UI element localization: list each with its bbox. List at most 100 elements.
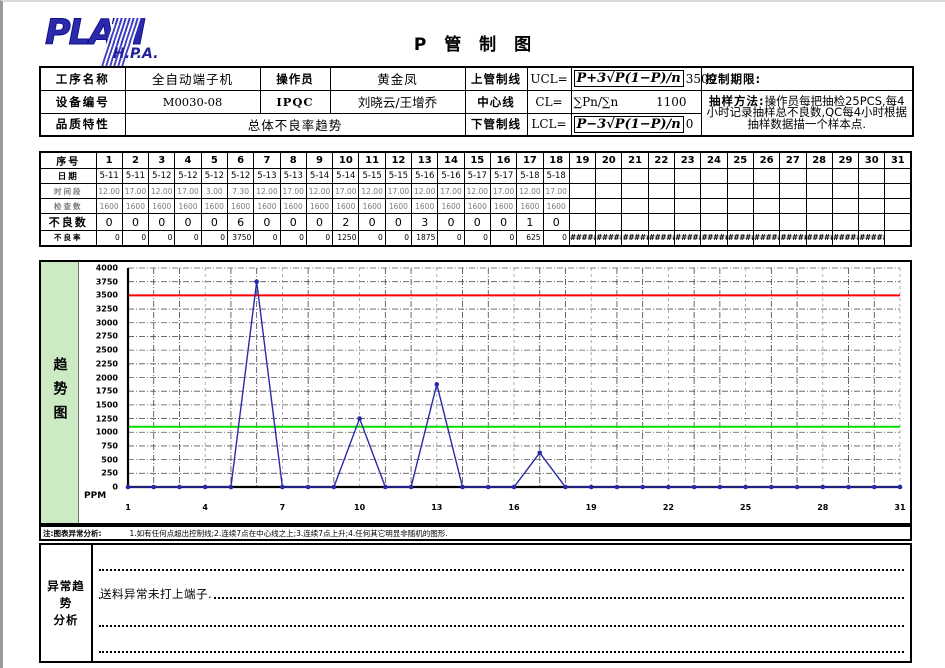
table-cell: 16 xyxy=(489,151,518,169)
table-cell: 1250 xyxy=(332,230,360,246)
data-point-marker xyxy=(666,484,671,490)
table-cell: 5-18 xyxy=(516,168,544,184)
table-cell xyxy=(805,198,833,214)
table-cell: 12.00 xyxy=(411,183,439,199)
table-cell xyxy=(621,183,649,199)
table-cell: 24 xyxy=(700,151,728,169)
data-point-marker xyxy=(151,484,157,490)
y-axis-tick-label: 2500 xyxy=(95,345,118,355)
table-cell: 1600 xyxy=(305,198,334,214)
table-cell: 11 xyxy=(358,151,386,169)
row-label: 时间段 xyxy=(39,183,97,199)
table-cell: 0 xyxy=(489,213,518,231)
table-cell: 1600 xyxy=(437,198,465,214)
table-cell: ###### xyxy=(647,230,676,246)
cl-line-label: 中心线 xyxy=(464,89,528,114)
table-cell: 1600 xyxy=(95,198,123,214)
data-point-marker xyxy=(357,416,362,421)
anomaly-analysis-label-line-3: 分析 xyxy=(53,612,79,627)
table-cell: 2 xyxy=(121,151,150,169)
table-cell xyxy=(752,213,781,231)
table-cell: 1875 xyxy=(411,230,439,246)
operator-value: 黄金凤 xyxy=(329,66,466,91)
table-cell xyxy=(779,198,807,214)
table-cell: 5-12 xyxy=(148,168,176,184)
trend-chart-panel: 趋势图 4000 3750 3500 3250 3000 2750 2500 2250 2000… xyxy=(39,260,912,525)
table-cell: 23 xyxy=(674,151,702,169)
table-cell: 5-12 xyxy=(200,168,228,184)
table-cell: ##### xyxy=(726,230,754,246)
y-axis-tick-label: 0 xyxy=(112,482,118,492)
table-cell: 5-11 xyxy=(95,168,123,184)
table-cell xyxy=(595,183,623,199)
table-cell: 0 xyxy=(200,213,228,231)
x-axis-tick-label: 19 xyxy=(585,503,597,512)
data-point-marker xyxy=(794,484,800,490)
trend-chart-svg xyxy=(125,267,903,490)
table-cell xyxy=(621,168,649,184)
table-cell: ##### xyxy=(831,230,860,246)
table-cell xyxy=(674,198,702,214)
operator-label: 操作员 xyxy=(259,66,331,91)
data-point-marker xyxy=(228,484,234,490)
table-cell: 31 xyxy=(884,151,912,169)
table-cell: 0 xyxy=(174,213,202,231)
data-point-marker xyxy=(125,484,131,490)
table-cell: 12.00 xyxy=(95,183,123,199)
data-point-marker xyxy=(563,484,568,490)
table-cell: 0 xyxy=(358,213,386,231)
table-cell: 1600 xyxy=(253,198,281,214)
table-row: 序号 1 2 3 4 5 6 7 8 9 10 11 12 13 14 15 16 17 18 19 20 21 22 23 2… xyxy=(39,151,912,169)
table-cell: 17.00 xyxy=(542,183,570,199)
data-point-marker xyxy=(460,484,465,490)
table-cell: 5-13 xyxy=(253,168,281,184)
table-cell: 0 xyxy=(384,230,413,246)
table-cell: 9 xyxy=(305,151,334,169)
y-axis-tick-label: 1250 xyxy=(95,414,118,424)
ucl-formula: P+3√P(1−P)/n xyxy=(573,70,684,88)
data-point-marker xyxy=(897,484,903,490)
table-cell: 1600 xyxy=(148,198,176,214)
table-cell xyxy=(805,213,833,231)
data-point-marker xyxy=(846,484,851,490)
table-cell: 12.00 xyxy=(148,183,176,199)
table-cell: 0 xyxy=(121,213,150,231)
table-cell: 5 xyxy=(200,151,228,169)
table-cell: 1600 xyxy=(121,198,150,214)
lcl-eq-label: LCL= xyxy=(526,112,572,137)
table-cell: 1600 xyxy=(226,198,255,214)
table-cell: 27 xyxy=(779,151,807,169)
anomaly-analysis-body[interactable]: 送料异常未打上端子. xyxy=(93,545,910,661)
table-cell: 0 xyxy=(148,213,176,231)
table-cell: ##### xyxy=(674,230,702,246)
table-cell: 14 xyxy=(437,151,465,169)
table-cell: 5-11 xyxy=(121,168,150,184)
ucl-line-label: 上管制线 xyxy=(464,66,528,91)
table-cell xyxy=(595,168,623,184)
y-axis-tick-label: 3250 xyxy=(95,304,118,314)
header-band: PLATI H.P.A. P 管 制 图 xyxy=(3,2,945,66)
table-cell: 17.00 xyxy=(489,183,518,199)
table-cell: 26 xyxy=(752,151,781,169)
write-line-3 xyxy=(99,625,904,627)
table-cell: 0 xyxy=(174,230,202,246)
data-point-marker xyxy=(769,484,774,490)
table-row: 日期 5-11 5-11 5-12 5-12 5-12 5-12 5-13 5-13 5-14 5-… xyxy=(39,168,912,184)
table-cell: 5-13 xyxy=(279,168,307,184)
x-axis-tick-label: 31 xyxy=(894,503,906,512)
x-axis-tick-label: 22 xyxy=(662,503,674,512)
trend-chart-side-label-text: 趋势图 xyxy=(51,356,68,429)
table-cell xyxy=(647,168,676,184)
row-label: 不良率 xyxy=(39,230,97,246)
data-point-marker xyxy=(691,484,697,490)
ucl-formula-cell: P+3√P(1−P)/n 3500 xyxy=(570,66,716,91)
table-cell: 18 xyxy=(542,151,570,169)
info-row-1: 工序名称 全自动端子机 操作员 黄金凤 上管制线 UCL= P+3√P(1−P)… xyxy=(39,66,914,91)
table-cell xyxy=(621,213,649,231)
row-label: 日期 xyxy=(39,168,97,184)
table-cell: 5-17 xyxy=(463,168,491,184)
row-label: 不良数 xyxy=(39,213,97,231)
table-cell: 0 xyxy=(95,230,123,246)
table-cell xyxy=(726,213,754,231)
y-axis-tick-label: 2250 xyxy=(95,359,118,369)
